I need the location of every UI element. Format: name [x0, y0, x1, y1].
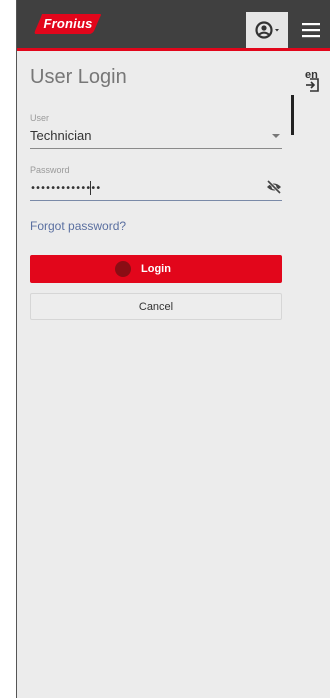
login-button-label: Login [141, 263, 171, 275]
side-panel: en [291, 51, 330, 698]
hamburger-menu-icon [302, 23, 320, 38]
active-indicator [291, 95, 294, 135]
password-input[interactable] [30, 179, 250, 197]
logo-text: Fronius [43, 16, 93, 31]
fronius-logo: Fronius [34, 13, 102, 35]
user-label: User [30, 113, 50, 123]
user-select-underline [30, 148, 282, 149]
sign-in-icon [306, 78, 319, 92]
text-caret [90, 181, 91, 195]
loading-indicator-icon [115, 261, 131, 277]
login-button[interactable]: Login [30, 255, 282, 283]
eye-slash-icon [266, 179, 282, 195]
chevron-down-icon [272, 134, 280, 138]
user-menu-button[interactable] [246, 12, 288, 48]
user-select-value: Technician [30, 128, 92, 143]
main-menu-button[interactable] [291, 12, 330, 48]
top-bar: Fronius [17, 0, 330, 51]
page-title: User Login [30, 66, 127, 88]
password-label: Password [30, 165, 70, 175]
login-panel: User Login User Technician Password Forg… [17, 51, 291, 698]
password-underline [30, 200, 282, 201]
toggle-password-visibility-button[interactable] [264, 178, 284, 196]
app-frame: Fronius User Login User Technician Passw… [16, 0, 330, 698]
user-circle-icon [255, 21, 279, 39]
cancel-button[interactable]: Cancel [30, 293, 282, 320]
forgot-password-link[interactable]: Forgot password? [30, 219, 126, 233]
sign-in-button[interactable] [304, 76, 322, 94]
